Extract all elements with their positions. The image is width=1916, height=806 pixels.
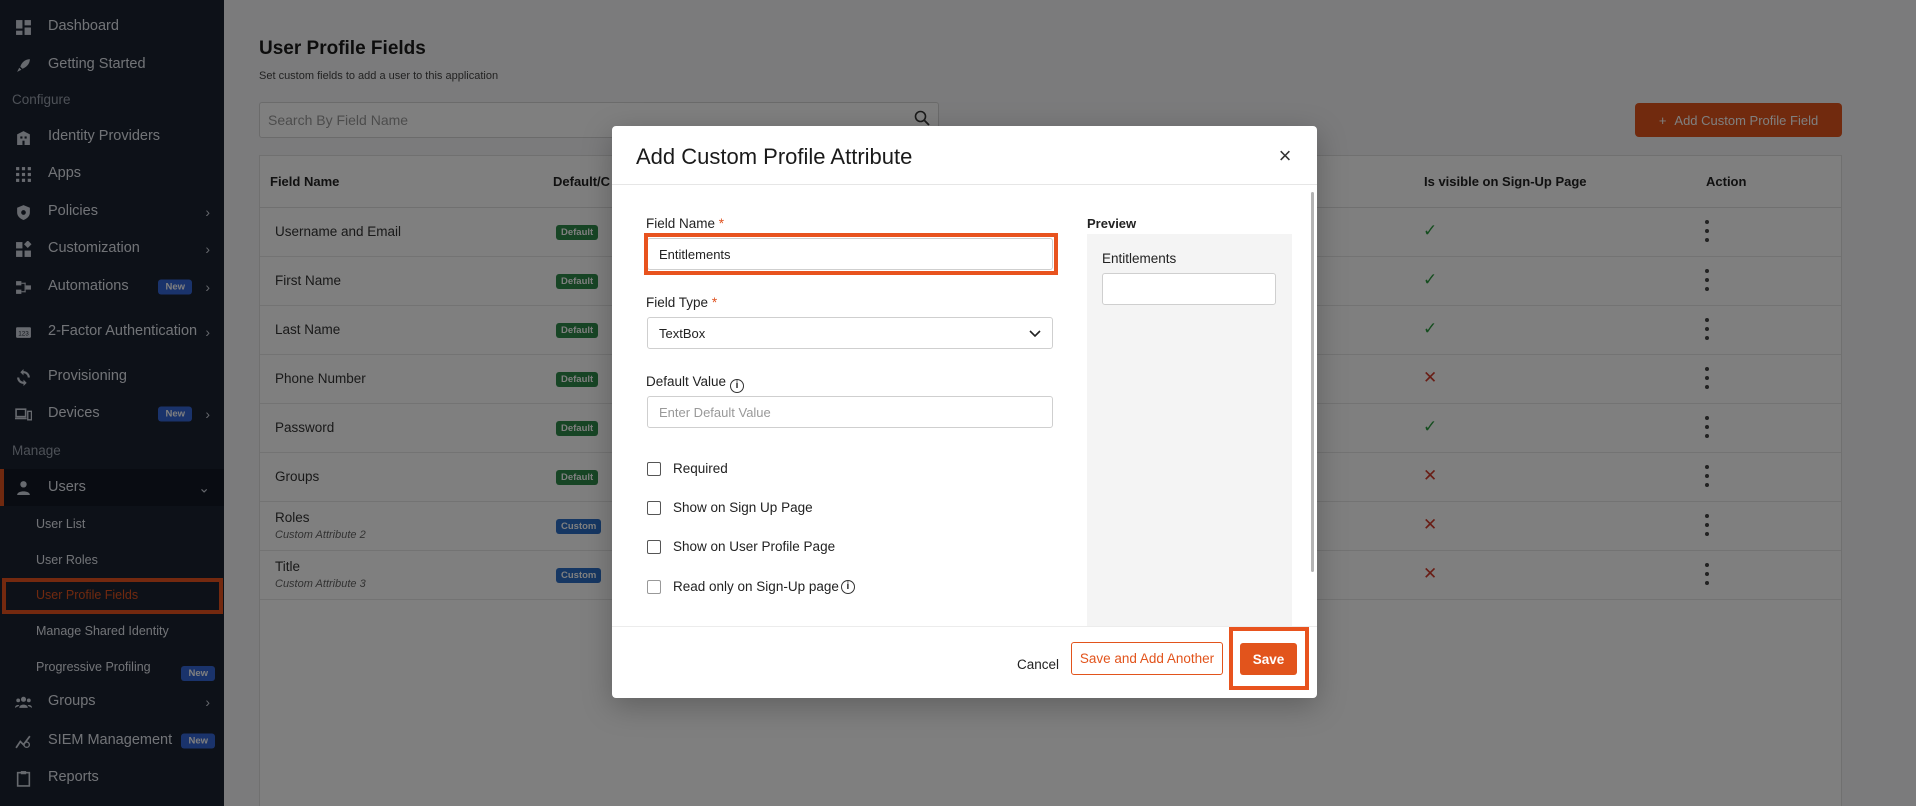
highlight-box-save	[1229, 627, 1309, 690]
highlight-box-field-name	[644, 233, 1058, 275]
required-mark: *	[711, 295, 718, 310]
modal-footer-divider	[612, 626, 1317, 627]
preview-input	[1102, 273, 1276, 305]
info-icon[interactable]: i	[840, 579, 855, 594]
read-only-checkbox-label: Read only on Sign-Up page	[673, 579, 839, 594]
info-icon[interactable]: i	[730, 378, 745, 393]
chevron-down-icon	[1029, 326, 1041, 341]
field-name-label-text: Field Name	[646, 216, 716, 231]
field-name-label: Field Name *	[646, 216, 724, 231]
show-signup-checkbox[interactable]	[647, 500, 661, 515]
required-checkbox-label: Required	[673, 461, 728, 476]
field-type-value: TextBox	[659, 325, 706, 341]
field-type-label-text: Field Type	[646, 295, 709, 310]
cancel-button[interactable]: Cancel	[1008, 648, 1068, 680]
show-signup-checkbox-label: Show on Sign Up Page	[673, 500, 813, 515]
show-signup-checkbox-row[interactable]: Show on Sign Up Page	[647, 500, 813, 515]
close-icon[interactable]: ×	[1274, 144, 1296, 168]
required-mark: *	[718, 216, 725, 231]
default-value-label: Default Value i	[646, 374, 745, 393]
preview-field-label: Entitlements	[1102, 251, 1177, 266]
modal-title: Add Custom Profile Attribute	[636, 144, 913, 169]
modal-divider	[612, 184, 1317, 185]
read-only-checkbox-row[interactable]: Read only on Sign-Up page i	[647, 579, 855, 594]
field-type-label: Field Type *	[646, 295, 717, 310]
read-only-checkbox[interactable]	[647, 579, 661, 594]
required-checkbox[interactable]	[647, 461, 661, 476]
save-and-add-another-button[interactable]: Save and Add Another	[1071, 642, 1223, 675]
default-value-label-text: Default Value	[646, 374, 727, 389]
preview-panel: Entitlements	[1087, 234, 1292, 626]
default-value-input[interactable]	[647, 396, 1053, 428]
add-custom-profile-attribute-modal: Add Custom Profile Attribute × Field Nam…	[612, 126, 1317, 698]
field-type-select[interactable]: TextBox	[647, 317, 1053, 349]
show-profile-checkbox[interactable]	[647, 539, 661, 554]
modal-scrollbar[interactable]	[1311, 192, 1314, 572]
show-profile-checkbox-label: Show on User Profile Page	[673, 539, 836, 554]
required-checkbox-row[interactable]: Required	[647, 461, 728, 476]
show-profile-checkbox-row[interactable]: Show on User Profile Page	[647, 539, 835, 554]
preview-label: Preview	[1087, 216, 1137, 231]
